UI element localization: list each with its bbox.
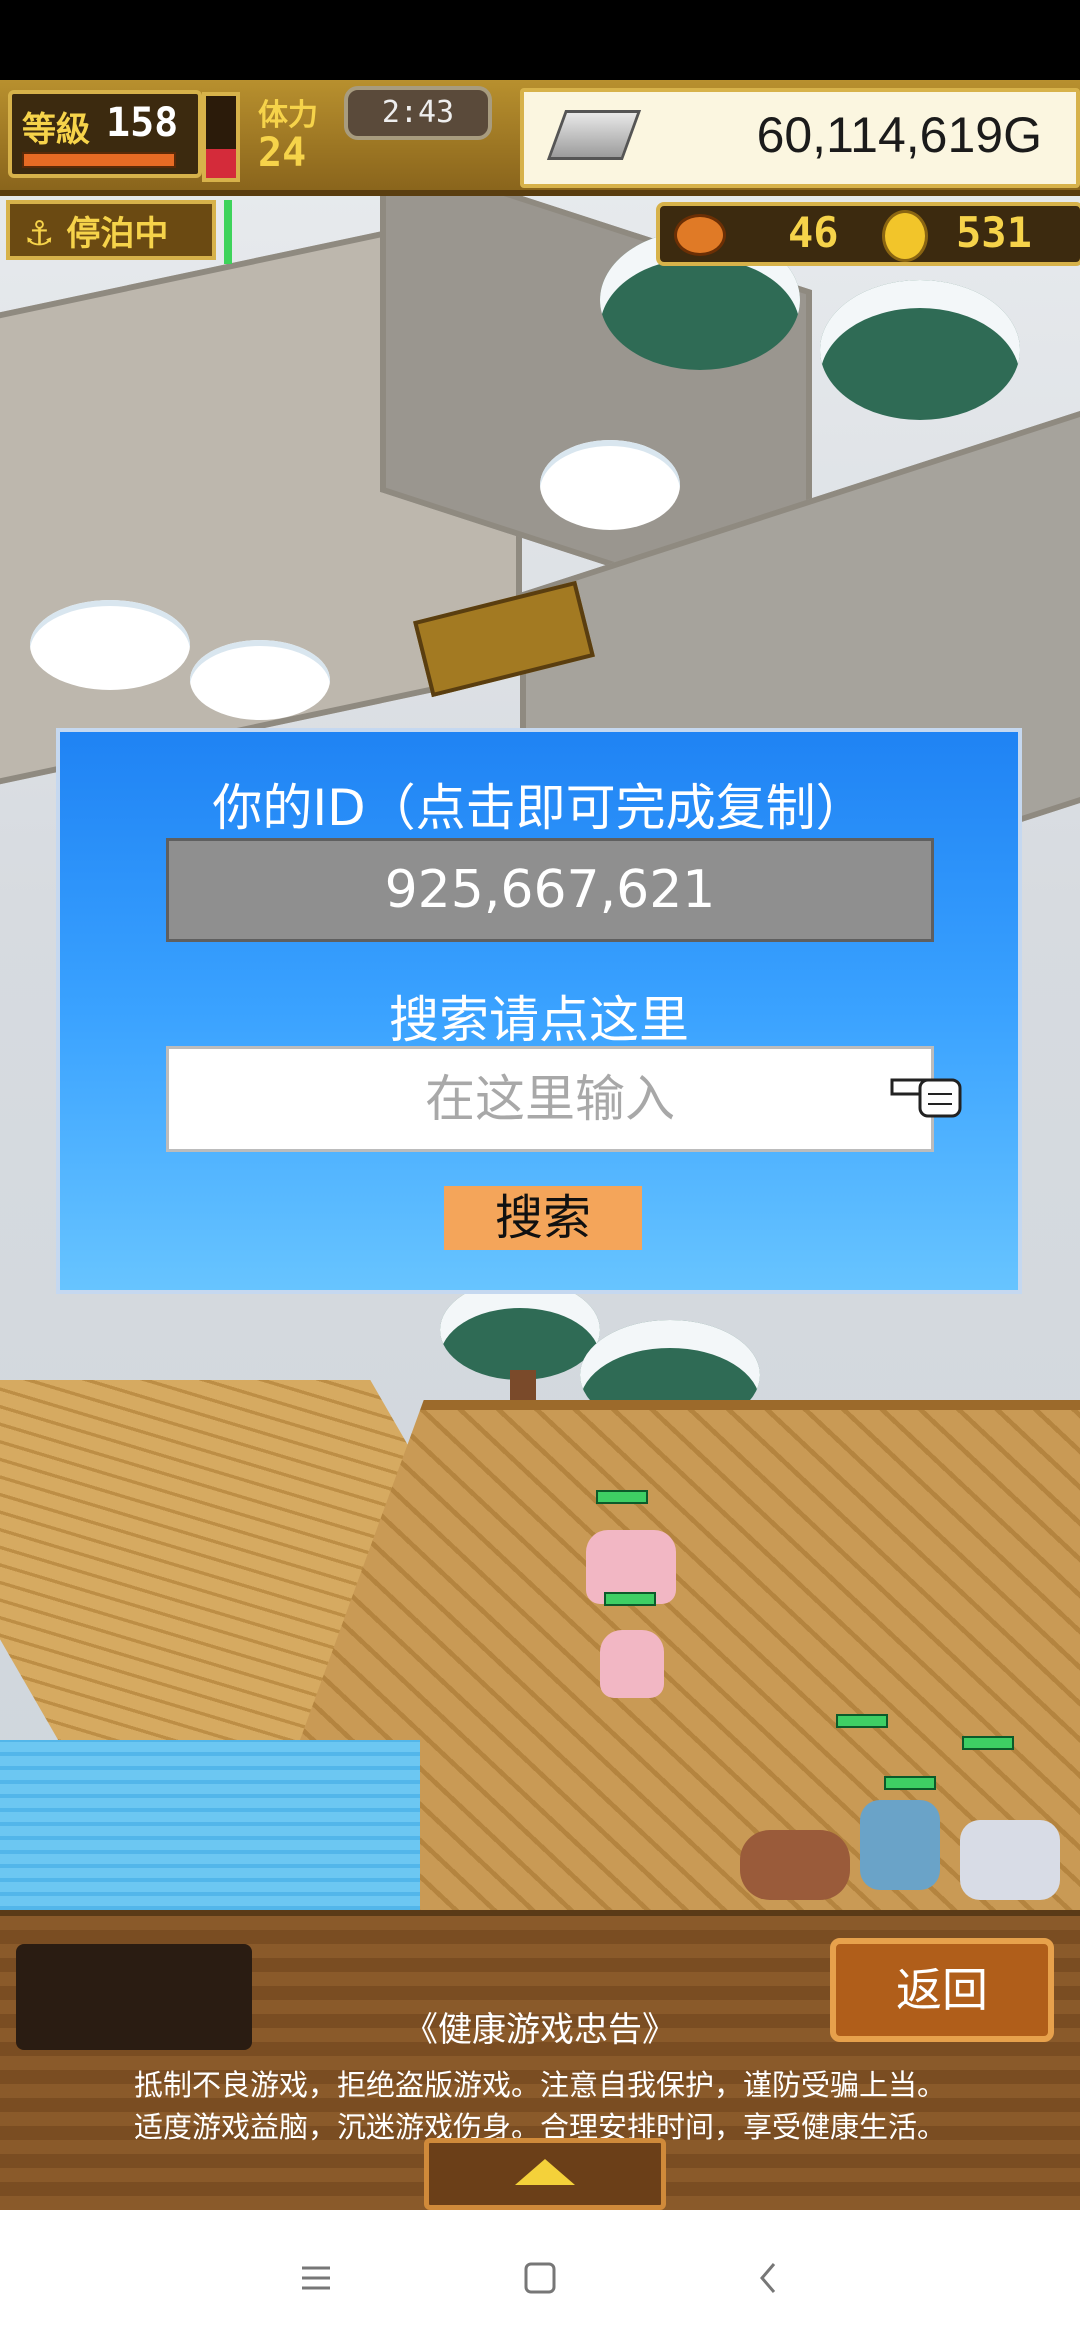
docked-status-label: 停泊中	[66, 214, 169, 254]
snowy-tree	[820, 280, 1020, 420]
axolotl-sprite[interactable]	[600, 1630, 664, 1698]
health-notice-line: 抵制不良游戏，拒绝盗版游戏。注意自我保护，谨防受骗上当。	[133, 2068, 946, 2102]
level-panel: 等級 158	[8, 90, 202, 178]
menu-icon[interactable]	[286, 2248, 346, 2308]
health-notice-title: 《健康游戏忠告》	[404, 2010, 676, 2050]
timer: 2:43	[344, 86, 492, 140]
bottom-panel: 返回 《健康游戏忠告》 抵制不良游戏，拒绝盗版游戏。注意自我保护，谨防受骗上当。…	[0, 1910, 1080, 2216]
crew-sprite[interactable]	[960, 1820, 1060, 1900]
xp-bar	[22, 152, 176, 168]
search-prompt: 搜索请点这里	[389, 991, 689, 1049]
coin-count: 531	[956, 208, 1032, 257]
snow-pile	[190, 640, 330, 720]
hp-bar	[884, 1776, 936, 1790]
hp-bar	[962, 1736, 1014, 1750]
player-id-field[interactable]: 925,667,621	[166, 838, 934, 942]
pointing-hand-icon	[890, 1078, 962, 1118]
stamina-gauge	[202, 92, 240, 182]
hp-bar	[604, 1592, 656, 1606]
search-input[interactable]	[166, 1046, 934, 1152]
jar-icon	[674, 214, 726, 256]
level-label: 等級	[22, 110, 90, 150]
snowy-tree	[440, 1280, 600, 1380]
search-button[interactable]: 搜索	[444, 1186, 642, 1250]
stamina-label: 体力	[258, 98, 318, 133]
hp-bar	[836, 1714, 888, 1728]
currency-panel: 46 531	[656, 202, 1080, 266]
silver-bar-icon	[546, 110, 642, 160]
snow-pile	[30, 600, 190, 690]
stamina-value: 24	[258, 130, 307, 176]
up-arrow-icon	[515, 2159, 575, 2185]
coin-icon	[882, 210, 928, 262]
dialog-title: 你的ID（点击即可完成复制）	[212, 779, 866, 837]
stamina-gauge-fill	[206, 149, 236, 178]
level-value: 158	[106, 100, 179, 146]
secondary-hud: ⚓ 停泊中 46 531	[0, 196, 1080, 270]
hp-bar	[596, 1490, 648, 1504]
jar-count: 46	[788, 208, 839, 257]
top-hud: 等級 158 体力 24 2:43 60,114,619G	[0, 80, 1080, 196]
snow-pile	[540, 440, 680, 530]
status-bar	[0, 0, 1080, 80]
back-chevron-icon[interactable]	[738, 2248, 798, 2308]
status-indicator	[224, 200, 232, 264]
water	[0, 1740, 420, 1910]
crew-sprite[interactable]	[860, 1800, 940, 1890]
gold-value: 60,114,619G	[756, 107, 1042, 163]
system-nav-bar	[0, 2210, 1080, 2340]
expand-menu-button[interactable]	[424, 2138, 666, 2210]
docked-status-badge[interactable]: ⚓ 停泊中	[6, 200, 216, 260]
home-square-icon[interactable]	[510, 2248, 570, 2308]
id-search-dialog: 你的ID（点击即可完成复制） 925,667,621 搜索请点这里 搜索	[56, 728, 1022, 1294]
gold-panel: 60,114,619G	[520, 88, 1080, 188]
boar-sprite[interactable]	[740, 1830, 850, 1900]
